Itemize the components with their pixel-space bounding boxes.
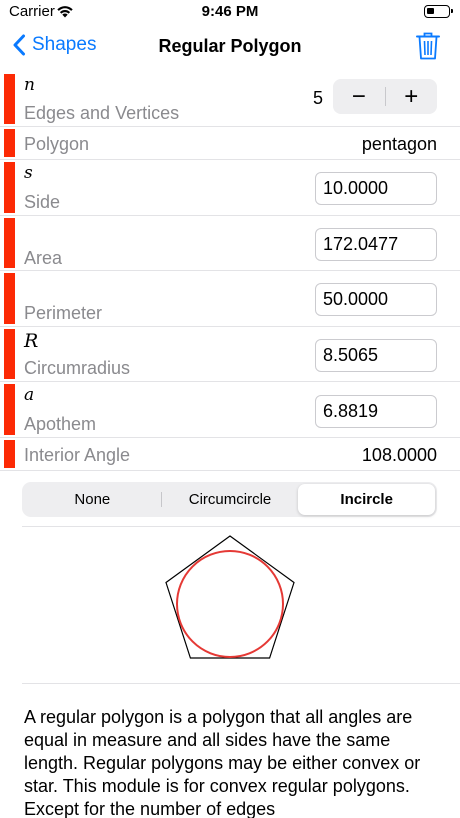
circumradius-row: R Circumradius 8.5065 (0, 327, 460, 382)
side-label: Side (24, 192, 61, 212)
interior-angle-value: 108.0000 (361, 445, 437, 465)
interior-angle-label: Interior Angle (24, 445, 131, 465)
segment-incircle[interactable]: Incircle (298, 484, 436, 515)
row-marker (4, 440, 15, 468)
row-marker (4, 129, 15, 157)
polygon-label: Polygon (24, 134, 90, 154)
row-marker (4, 329, 15, 379)
perimeter-row: Perimeter 50.0000 (0, 271, 460, 327)
segment-none[interactable]: None (24, 484, 161, 515)
increment-button[interactable]: + (386, 79, 438, 114)
apothem-field[interactable]: 6.8819 (315, 395, 437, 428)
row-marker (4, 273, 15, 324)
clock: 9:46 PM (201, 3, 259, 20)
side-symbol: s (24, 163, 33, 183)
side-row: s Side 10.0000 (0, 160, 460, 216)
circumradius-field[interactable]: 8.5065 (315, 339, 437, 372)
navigation-bar: Shapes Regular Polygon (0, 24, 460, 70)
divider (22, 683, 460, 684)
row-marker (4, 162, 15, 213)
battery-icon (424, 5, 453, 18)
area-label: Area (24, 248, 63, 268)
interior-angle-row: Interior Angle 108.0000 (0, 438, 460, 471)
page-title: Regular Polygon (158, 36, 302, 56)
trash-icon[interactable] (416, 32, 440, 60)
row-marker (4, 384, 15, 435)
apothem-label: Apothem (24, 414, 97, 434)
row-marker (4, 74, 15, 124)
apothem-symbol: a (24, 385, 35, 405)
segment-circumcircle[interactable]: Circumcircle (162, 484, 299, 515)
edges-label: Edges and Vertices (24, 103, 180, 123)
divider (22, 526, 460, 527)
edges-symbol: n (24, 75, 35, 95)
edges-stepper: − + (333, 79, 437, 114)
circle-segmented-control: None Circumcircle Incircle (22, 482, 437, 517)
apothem-row: a Apothem 6.8819 (0, 382, 460, 438)
row-marker (4, 218, 15, 268)
description-text: A regular polygon is a polygon that all … (24, 707, 421, 818)
area-field[interactable]: 172.0477 (315, 228, 437, 261)
side-field[interactable]: 10.0000 (315, 172, 437, 205)
polygon-row: Polygon pentagon (0, 127, 460, 160)
perimeter-field[interactable]: 50.0000 (315, 283, 437, 316)
edges-count: 5 (313, 88, 324, 108)
pentagon-shape (165, 535, 295, 659)
area-row: Area 172.0477 (0, 216, 460, 271)
decrement-button[interactable]: − (333, 79, 385, 114)
polygon-name: pentagon (361, 134, 437, 154)
incircle-shape (176, 550, 284, 658)
edges-row: n Edges and Vertices 5 − + (0, 72, 460, 127)
perimeter-label: Perimeter (24, 303, 103, 323)
status-bar: Carrier 9:46 PM (0, 0, 460, 24)
circumradius-label: Circumradius (24, 358, 131, 378)
circumradius-symbol: R (24, 330, 39, 352)
polygon-diagram (165, 535, 295, 659)
